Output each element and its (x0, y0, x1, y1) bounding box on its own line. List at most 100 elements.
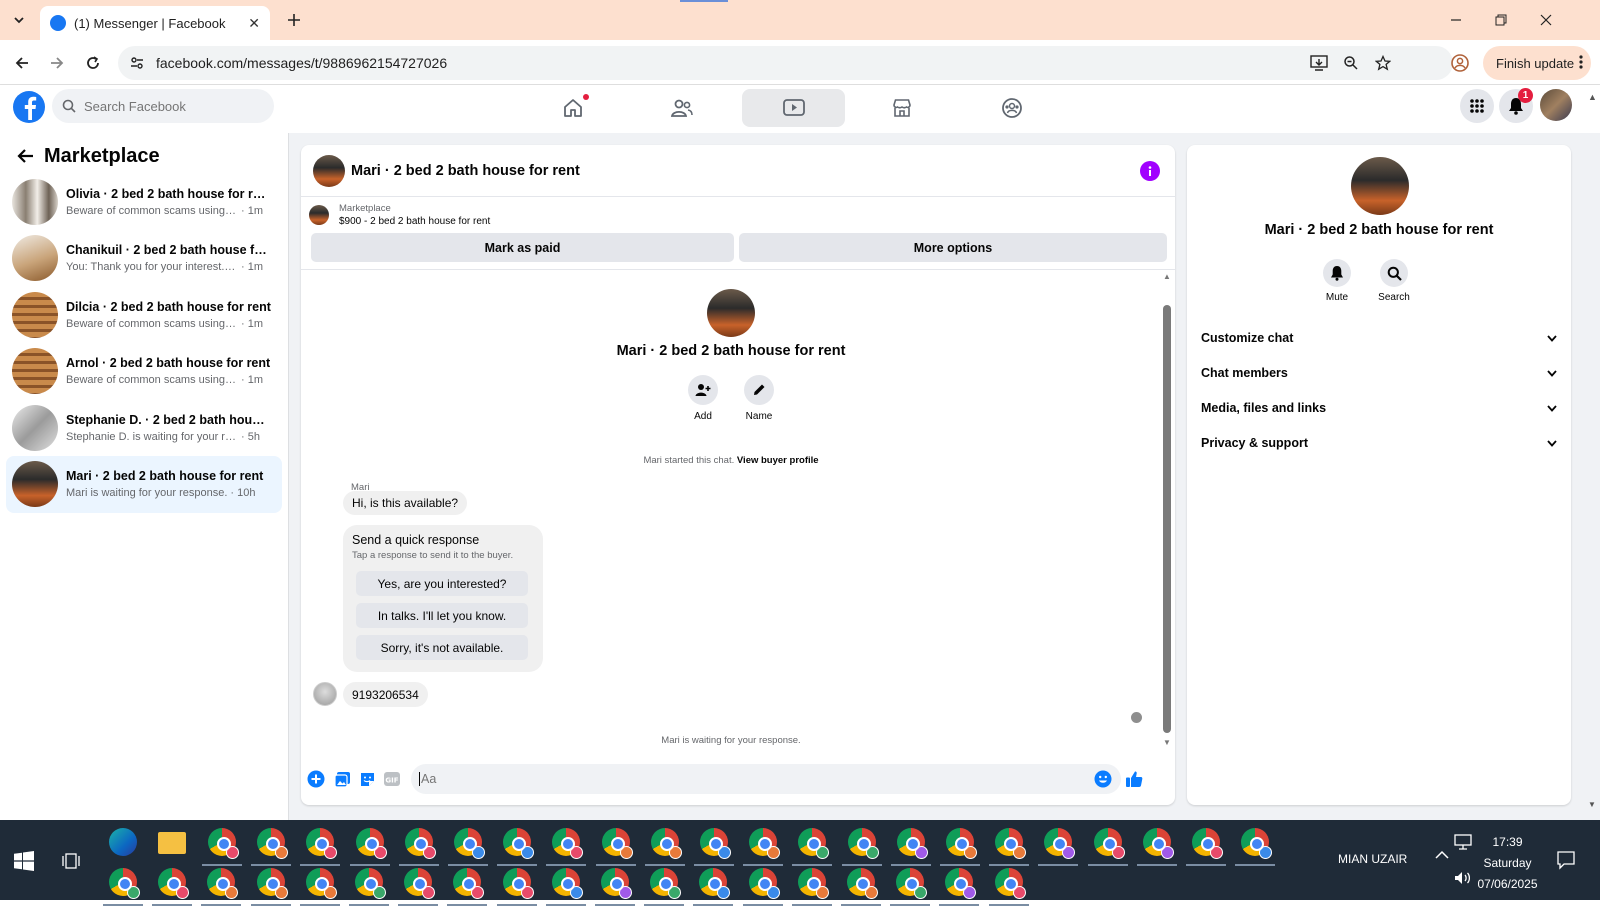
system-clock[interactable]: 17:39 Saturday 07/06/2025 (1470, 832, 1545, 895)
chrome-taskbar-icon[interactable] (841, 828, 882, 866)
nav-marketplace[interactable] (850, 89, 953, 127)
quick-response-not-available[interactable]: Sorry, it's not available. (356, 635, 528, 660)
search-in-chat-button[interactable]: Search (1369, 259, 1419, 303)
chrome-taskbar-icon[interactable] (595, 828, 636, 866)
address-bar[interactable]: facebook.com/messages/t/9886962154727026 (118, 46, 1453, 80)
conversation-item[interactable]: Chanikuil · 2 bed 2 bath house for ... Yo… (6, 230, 282, 287)
chrome-taskbar-icon[interactable] (201, 868, 242, 906)
chrome-taskbar-icon[interactable] (398, 828, 439, 866)
notification-center-icon[interactable] (1556, 850, 1576, 870)
chrome-taskbar-icon[interactable] (103, 868, 143, 906)
tray-user-label[interactable]: MIAN UZAIR (1338, 852, 1407, 866)
view-buyer-profile-link[interactable]: View buyer profile (737, 455, 819, 466)
more-actions-button[interactable] (307, 770, 325, 788)
conversation-item[interactable]: Arnol · 2 bed 2 bath house for rent Bewar… (6, 343, 282, 400)
chevron-up-icon[interactable] (1435, 850, 1449, 860)
chrome-taskbar-icon[interactable] (250, 868, 291, 906)
nav-friends[interactable] (630, 89, 733, 127)
chrome-taskbar-icon[interactable] (989, 828, 1030, 866)
chrome-taskbar-icon[interactable] (693, 868, 734, 906)
chrome-taskbar-icon[interactable] (1087, 828, 1128, 866)
chrome-taskbar-icon[interactable] (940, 828, 980, 866)
chrome-taskbar-icon[interactable] (497, 828, 538, 866)
nav-home[interactable] (521, 89, 624, 127)
add-people-button[interactable]: Add (673, 375, 733, 422)
page-scroll-down-icon[interactable]: ▼ (1588, 800, 1596, 809)
chrome-taskbar-icon[interactable] (841, 868, 881, 906)
task-view-button[interactable] (62, 850, 84, 872)
chat-scroll-down-icon[interactable]: ▼ (1163, 738, 1171, 747)
chrome-taskbar-icon[interactable] (251, 828, 292, 866)
intro-avatar[interactable] (707, 289, 755, 337)
file-explorer-taskbar-icon[interactable] (158, 832, 186, 854)
browser-tab-messenger[interactable]: (1) Messenger | Facebook ✕ (40, 6, 270, 40)
attach-photo-button[interactable] (333, 770, 351, 788)
chrome-taskbar-icon[interactable] (447, 868, 488, 906)
chrome-taskbar-icon[interactable] (890, 868, 931, 906)
chrome-taskbar-icon[interactable] (791, 868, 832, 906)
close-tab-icon[interactable]: ✕ (248, 15, 260, 32)
menu-button[interactable] (1460, 89, 1494, 123)
nav-video[interactable] (742, 89, 845, 127)
chrome-taskbar-icon[interactable] (300, 828, 341, 866)
tab-search-button[interactable] (6, 8, 32, 32)
chrome-taskbar-icon[interactable] (349, 868, 389, 906)
reload-button[interactable] (80, 50, 106, 76)
facebook-search-input[interactable] (84, 98, 264, 114)
edit-name-button[interactable]: Name (729, 375, 789, 422)
conversation-item[interactable]: Dilcia · 2 bed 2 bath house for rent Bewa… (6, 286, 282, 343)
nav-groups[interactable] (960, 89, 1063, 127)
chrome-taskbar-icon[interactable] (742, 868, 783, 906)
mark-as-paid-button[interactable]: Mark as paid (311, 233, 734, 262)
chrome-taskbar-icon[interactable] (743, 828, 784, 866)
facebook-logo-icon[interactable] (13, 91, 45, 123)
chat-scrollbar[interactable] (1163, 305, 1171, 733)
chrome-taskbar-icon[interactable] (202, 828, 242, 866)
sticker-button[interactable] (358, 770, 376, 788)
chrome-taskbar-icon[interactable] (448, 828, 488, 866)
minimize-button[interactable] (1444, 8, 1468, 32)
forward-button[interactable] (44, 50, 70, 76)
page-scroll-up-icon[interactable]: ▲ (1588, 92, 1597, 102)
chat-title[interactable]: Mari · 2 bed 2 bath house for rent (351, 163, 580, 179)
sender-avatar[interactable] (313, 682, 337, 706)
chrome-taskbar-icon[interactable] (1136, 828, 1177, 866)
chrome-taskbar-icon[interactable] (1235, 828, 1276, 866)
facebook-search[interactable] (52, 89, 274, 123)
mute-button[interactable]: Mute (1312, 259, 1362, 303)
chrome-taskbar-icon[interactable] (398, 868, 439, 906)
chrome-taskbar-icon[interactable] (349, 828, 390, 866)
chrome-taskbar-icon[interactable] (644, 828, 685, 866)
chat-scroll-up-icon[interactable]: ▲ (1163, 272, 1171, 281)
chrome-taskbar-icon[interactable] (1186, 828, 1226, 866)
close-window-button[interactable] (1534, 8, 1558, 32)
profile-icon[interactable] (1449, 52, 1471, 74)
back-button[interactable] (9, 50, 35, 76)
info-icon[interactable] (1140, 161, 1160, 181)
chrome-taskbar-icon[interactable] (152, 868, 193, 906)
back-arrow-icon[interactable] (16, 148, 34, 164)
quick-response-in-talks[interactable]: In talks. I'll let you know. (356, 603, 528, 628)
section-media-files-links[interactable]: Media, files and links (1201, 393, 1557, 423)
chrome-taskbar-icon[interactable] (496, 868, 537, 906)
finish-update-button[interactable]: Finish update (1483, 46, 1591, 80)
conversation-item[interactable]: Stephanie D. · 2 bed 2 bath house ... Ste… (6, 399, 282, 456)
section-chat-members[interactable]: Chat members (1201, 358, 1557, 388)
like-button[interactable] (1125, 770, 1143, 788)
conversation-item[interactable]: Olivia · 2 bed 2 bath house for rent Bewa… (6, 173, 282, 230)
more-options-button[interactable]: More options (739, 233, 1167, 262)
chrome-taskbar-icon[interactable] (595, 868, 635, 906)
listing-summary[interactable]: Marketplace $900 - 2 bed 2 bath house fo… (309, 203, 490, 227)
chat-avatar[interactable] (313, 154, 345, 187)
section-customize-chat[interactable]: Customize chat (1201, 323, 1557, 353)
account-avatar[interactable] (1540, 89, 1572, 121)
emoji-button[interactable] (1094, 770, 1112, 788)
conversation-item[interactable]: Mari · 2 bed 2 bath house for rent Mari i… (6, 455, 282, 513)
message-bubble[interactable]: Hi, is this available? (343, 491, 468, 515)
gif-button[interactable]: GIF (383, 770, 401, 788)
chrome-taskbar-icon[interactable] (988, 868, 1029, 906)
chrome-taskbar-icon[interactable] (792, 828, 833, 866)
chrome-taskbar-icon[interactable] (1038, 828, 1079, 866)
chrome-taskbar-icon[interactable] (939, 868, 980, 906)
message-input[interactable] (419, 772, 1079, 786)
